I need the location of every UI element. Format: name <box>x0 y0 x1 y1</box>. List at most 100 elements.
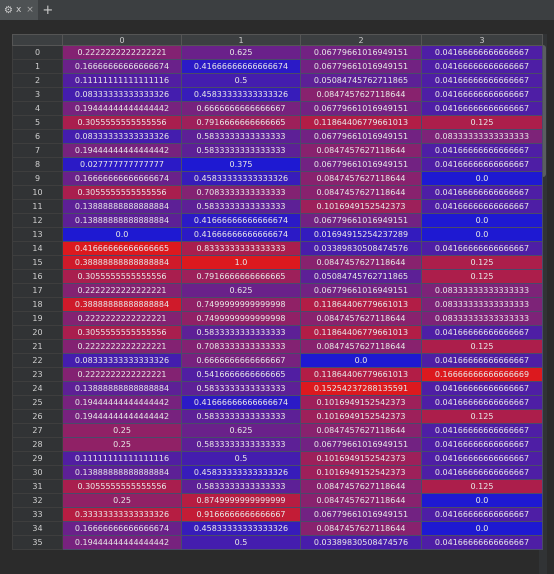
table-cell[interactable]: 0.5833333333333333 <box>181 143 301 158</box>
table-cell[interactable]: 0.04166666666666667 <box>421 143 543 158</box>
table-cell[interactable]: 0.06779661016949151 <box>300 59 422 74</box>
table-row[interactable]: 6 0.08333333333333326 0.5833333333333333 0.… <box>12 129 543 144</box>
table-cell[interactable]: 0.0 <box>62 227 182 242</box>
table-cell[interactable]: 0.08333333333333333 <box>421 311 543 326</box>
table-cell[interactable]: 0.16666666666666669 <box>421 367 543 382</box>
add-tab-button[interactable]: + <box>38 3 58 18</box>
table-cell[interactable]: 0.9166666666666667 <box>181 507 301 522</box>
table-row[interactable]: 26 0.19444444444444442 0.5833333333333333 0… <box>12 409 543 424</box>
table-cell[interactable]: 0.04166666666666667 <box>421 59 543 74</box>
table-cell[interactable]: 0.13888888888888884 <box>62 213 182 228</box>
table-cell[interactable]: 0.04166666666666667 <box>421 199 543 214</box>
table-cell[interactable]: 0.04166666666666667 <box>421 73 543 88</box>
column-header-index[interactable] <box>12 34 63 46</box>
table-cell[interactable]: 0.16666666666666674 <box>62 171 182 186</box>
table-cell[interactable]: 0.1016949152542373 <box>300 409 422 424</box>
table-cell[interactable]: 0.08333333333333333 <box>421 297 543 312</box>
table-cell[interactable]: 0.0 <box>421 213 543 228</box>
table-cell[interactable]: 0.41666666666666674 <box>181 59 301 74</box>
table-cell[interactable]: 0.25 <box>62 493 182 508</box>
table-cell[interactable]: 0.5833333333333333 <box>181 381 301 396</box>
table-cell[interactable]: 0.41666666666666674 <box>181 227 301 242</box>
table-cell[interactable]: 0.04166666666666667 <box>421 241 543 256</box>
table-cell[interactable]: 0.19444444444444442 <box>62 535 182 550</box>
table-cell[interactable]: 0.08333333333333326 <box>62 129 182 144</box>
table-cell[interactable]: 0.06779661016949151 <box>300 507 422 522</box>
table-cell[interactable]: 0.04166666666666667 <box>421 45 543 60</box>
table-cell[interactable]: 0.19444444444444442 <box>62 409 182 424</box>
table-cell[interactable]: 0.3055555555555556 <box>62 269 182 284</box>
table-row[interactable]: 5 0.3055555555555556 0.7916666666666665 0.1… <box>12 115 543 130</box>
table-cell[interactable]: 0.375 <box>181 157 301 172</box>
table-cell[interactable]: 0.5833333333333333 <box>181 325 301 340</box>
table-cell[interactable]: 0.13888888888888884 <box>62 199 182 214</box>
column-header-3[interactable]: 3 <box>421 34 543 46</box>
table-cell[interactable]: 0.11864406779661013 <box>300 367 422 382</box>
table-cell[interactable]: 0.1016949152542373 <box>300 451 422 466</box>
table-cell[interactable]: 0.0847457627118644 <box>300 521 422 536</box>
table-cell[interactable]: 0.8333333333333333 <box>181 241 301 256</box>
table-cell[interactable]: 0.5833333333333333 <box>181 479 301 494</box>
table-row[interactable]: 24 0.13888888888888884 0.5833333333333333 0… <box>12 381 543 396</box>
column-header-1[interactable]: 1 <box>181 34 301 46</box>
table-row[interactable]: 22 0.08333333333333326 0.6666666666666667 0… <box>12 353 543 368</box>
table-cell[interactable]: 0.3055555555555556 <box>62 479 182 494</box>
table-cell[interactable]: 0.11864406779661013 <box>300 115 422 130</box>
table-cell[interactable]: 0.7916666666666665 <box>181 269 301 284</box>
table-cell[interactable]: 0.11111111111111116 <box>62 73 182 88</box>
table-cell[interactable]: 0.5833333333333333 <box>181 409 301 424</box>
table-row[interactable]: 1 0.16666666666666674 0.41666666666666674 0… <box>12 59 543 74</box>
table-row[interactable]: 32 0.25 0.8749999999999999 0.08474576271186… <box>12 493 543 508</box>
table-cell[interactable]: 0.45833333333333326 <box>181 87 301 102</box>
table-cell[interactable]: 0.06779661016949151 <box>300 283 422 298</box>
table-cell[interactable]: 0.11864406779661013 <box>300 297 422 312</box>
table-row[interactable]: 34 0.16666666666666674 0.45833333333333326… <box>12 521 543 536</box>
table-cell[interactable]: 0.25 <box>62 423 182 438</box>
table-cell[interactable]: 0.19444444444444442 <box>62 101 182 116</box>
table-cell[interactable]: 0.0847457627118644 <box>300 493 422 508</box>
table-cell[interactable]: 0.625 <box>181 45 301 60</box>
table-row[interactable]: 21 0.2222222222222221 0.7083333333333333 0.… <box>12 339 543 354</box>
table-cell[interactable]: 0.1016949152542373 <box>300 199 422 214</box>
table-row[interactable]: 27 0.25 0.625 0.0847457627118644 0.041666666… <box>12 423 543 438</box>
table-cell[interactable]: 0.5416666666666665 <box>181 367 301 382</box>
table-cell[interactable]: 0.04166666666666667 <box>421 423 543 438</box>
table-cell[interactable]: 0.06779661016949151 <box>300 213 422 228</box>
table-cell[interactable]: 0.0847457627118644 <box>300 423 422 438</box>
table-cell[interactable]: 0.1016949152542373 <box>300 465 422 480</box>
table-cell[interactable]: 0.33333333333333326 <box>62 507 182 522</box>
table-cell[interactable]: 0.3055555555555556 <box>62 115 182 130</box>
table-cell[interactable]: 0.45833333333333326 <box>181 521 301 536</box>
table-cell[interactable]: 0.45833333333333326 <box>181 171 301 186</box>
table-cell[interactable]: 0.0847457627118644 <box>300 171 422 186</box>
table-cell[interactable]: 0.0847457627118644 <box>300 479 422 494</box>
table-cell[interactable]: 0.05084745762711865 <box>300 73 422 88</box>
table-row[interactable]: 13 0.0 0.41666666666666674 0.01694915254237… <box>12 227 543 242</box>
table-cell[interactable]: 0.0 <box>421 227 543 242</box>
table-cell[interactable]: 0.5 <box>181 535 301 550</box>
table-cell[interactable]: 0.41666666666666665 <box>62 241 182 256</box>
table-row[interactable]: 10 0.3055555555555556 0.7083333333333333 0.… <box>12 185 543 200</box>
table-row[interactable]: 12 0.13888888888888884 0.41666666666666674… <box>12 213 543 228</box>
table-cell[interactable]: 0.125 <box>421 255 543 270</box>
table-cell[interactable]: 0.41666666666666674 <box>181 395 301 410</box>
table-row[interactable]: 0 0.2222222222222221 0.625 0.06779661016949… <box>12 45 543 60</box>
table-cell[interactable]: 0.04166666666666667 <box>421 437 543 452</box>
table-cell[interactable]: 0.5 <box>181 73 301 88</box>
table-cell[interactable]: 0.5833333333333333 <box>181 199 301 214</box>
table-row[interactable]: 15 0.38888888888888884 1.0 0.08474576271186… <box>12 255 543 270</box>
table-row[interactable]: 11 0.13888888888888884 0.5833333333333333 0… <box>12 199 543 214</box>
column-header-2[interactable]: 2 <box>300 34 422 46</box>
table-cell[interactable]: 0.7499999999999998 <box>181 311 301 326</box>
table-cell[interactable]: 0.5 <box>181 451 301 466</box>
table-row[interactable]: 18 0.38888888888888884 0.7499999999999998 0… <box>12 297 543 312</box>
table-cell[interactable]: 0.0847457627118644 <box>300 339 422 354</box>
table-cell[interactable]: 0.04166666666666667 <box>421 395 543 410</box>
table-cell[interactable]: 0.625 <box>181 423 301 438</box>
table-row[interactable]: 30 0.13888888888888884 0.45833333333333326… <box>12 465 543 480</box>
table-cell[interactable]: 0.1016949152542373 <box>300 395 422 410</box>
table-cell[interactable]: 0.0 <box>421 521 543 536</box>
table-cell[interactable]: 0.2222222222222221 <box>62 339 182 354</box>
table-cell[interactable]: 0.125 <box>421 115 543 130</box>
table-cell[interactable]: 0.13888888888888884 <box>62 465 182 480</box>
